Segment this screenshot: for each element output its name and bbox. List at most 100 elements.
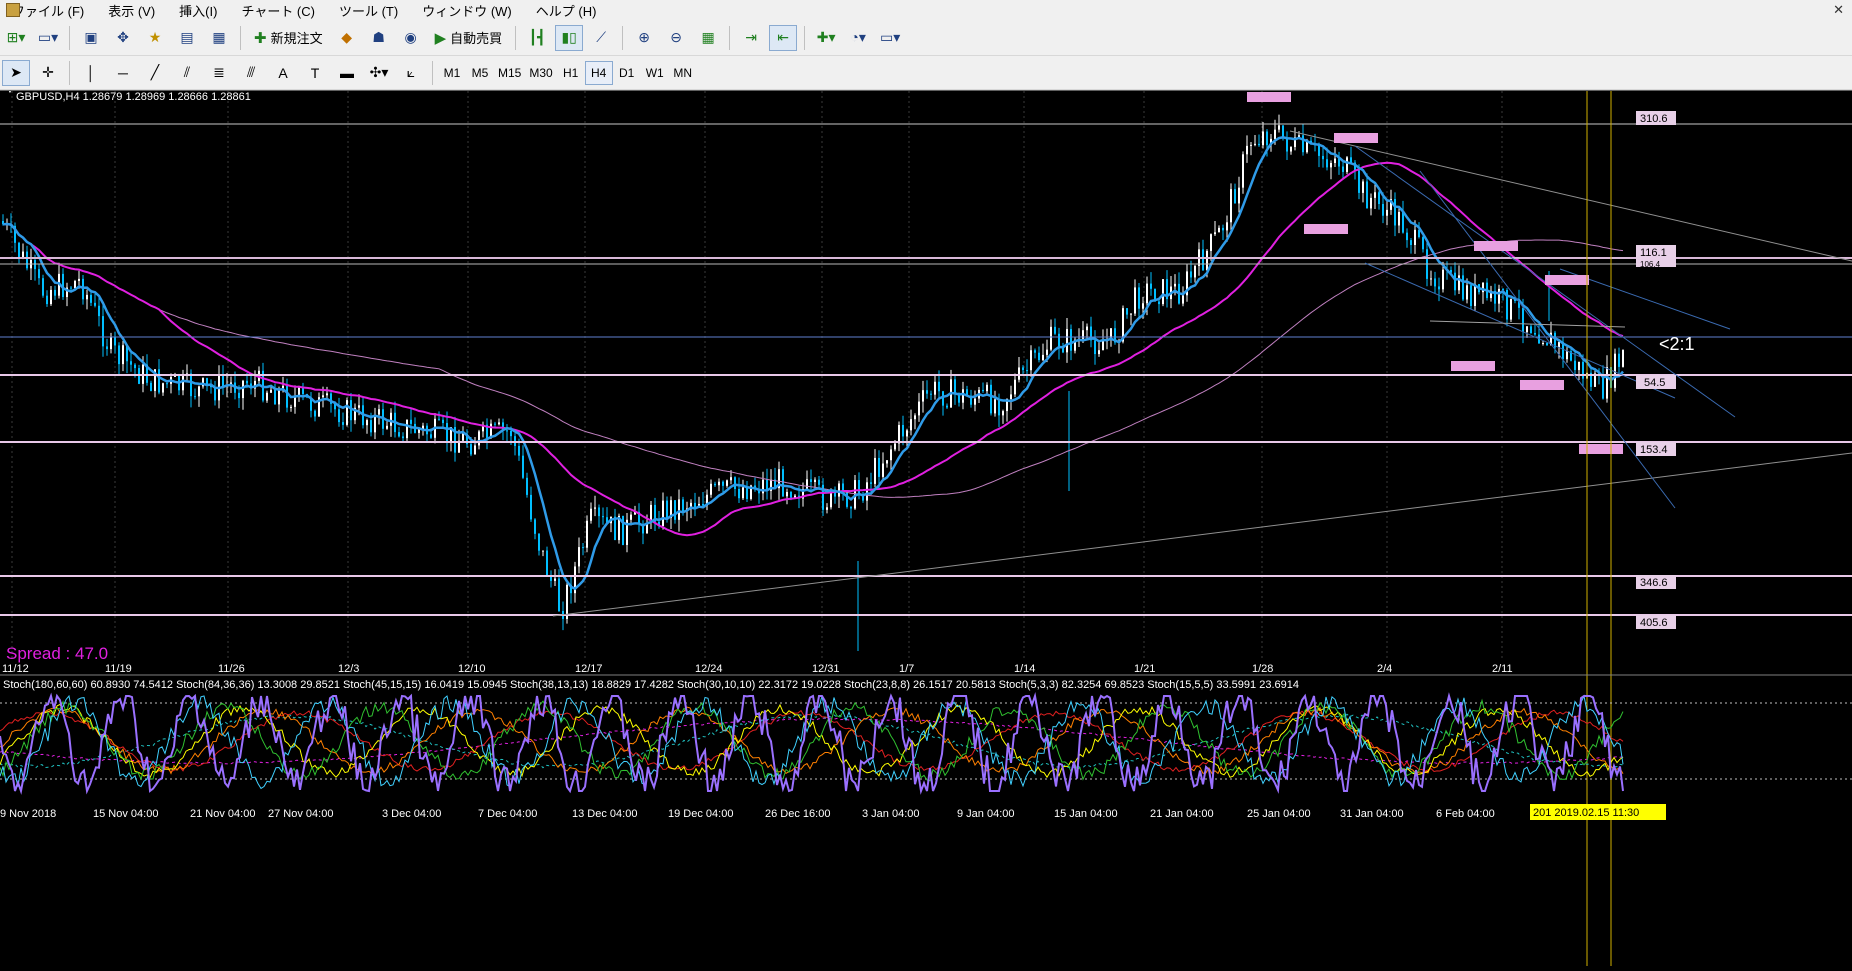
bar-chart-icon[interactable]: ┃┫ [523, 25, 551, 51]
date-tick-label: 1/14 [1014, 663, 1035, 675]
menu-window[interactable]: ウィンドウ (W) [410, 1, 524, 20]
menu-chart[interactable]: チャート (C) [229, 1, 327, 20]
candle-body [694, 502, 696, 508]
candle-body [1534, 332, 1536, 335]
candle-body [370, 420, 372, 433]
auto-trade-button[interactable]: ▶ 自動売買 [429, 25, 509, 51]
candle-body [1134, 287, 1136, 314]
candle-body [270, 389, 272, 393]
cursor-icon[interactable]: ➤ [2, 59, 30, 86]
timeframe-m5[interactable]: M5 [466, 61, 494, 85]
text-label-icon[interactable]: T [301, 60, 329, 86]
candle-body [1350, 157, 1352, 163]
candlestick-icon[interactable]: ▮▯ [555, 24, 584, 51]
candle-body [594, 507, 596, 509]
price-tag-label: 346.6 [1640, 577, 1668, 589]
auto-scroll-icon[interactable]: ⇥ [737, 25, 765, 51]
marker-rect[interactable] [1247, 92, 1291, 102]
marker-rect[interactable] [1451, 361, 1495, 371]
timeframe-d1[interactable]: D1 [613, 61, 641, 85]
candle-body [1438, 286, 1440, 290]
timeframe-m15[interactable]: M15 [494, 61, 525, 85]
chart-canvas[interactable]: 310.6 116.1 106.4 54.5 153.4 346.6 405.6… [0, 86, 1852, 966]
new-chart-icon[interactable]: ⊞▾ [2, 25, 30, 51]
profiles-icon[interactable]: ▭▾ [34, 25, 62, 51]
candle-body [274, 389, 276, 405]
timeframe-h1[interactable]: H1 [557, 61, 585, 85]
timeframe-w1[interactable]: W1 [641, 61, 669, 85]
line-chart-icon[interactable]: ⟋ [587, 25, 615, 51]
candle-body [1238, 187, 1240, 204]
candle-body [806, 479, 808, 489]
fibonacci-fan-icon[interactable]: ⫻ [237, 60, 265, 86]
candle-body [1138, 287, 1140, 309]
navigator-icon[interactable]: ★ [141, 25, 169, 51]
candle-body [1286, 138, 1288, 152]
timeframe-mn[interactable]: MN [669, 61, 697, 85]
arrows-icon[interactable]: ✣▾ [365, 60, 393, 86]
candle-body [1274, 129, 1276, 139]
candle-body [398, 432, 400, 437]
timeframe-m1[interactable]: M1 [438, 61, 466, 85]
templates-icon[interactable]: ▭▾ [876, 25, 904, 51]
candle-body [926, 390, 928, 394]
metaeditor-icon[interactable]: ◆ [333, 25, 361, 51]
marker-rect[interactable] [1334, 133, 1378, 143]
candle-body [110, 336, 112, 350]
candle-body [1606, 367, 1608, 399]
candle-body [1174, 283, 1176, 287]
tile-windows-icon[interactable]: ▦ [694, 25, 722, 51]
marker-rect[interactable] [1474, 241, 1518, 251]
candle-body [746, 487, 748, 499]
crosshair-icon[interactable]: ✛ [34, 60, 62, 86]
horizontal-line-icon[interactable]: ─ [109, 60, 137, 86]
periods-icon[interactable]: ◔▾ [844, 25, 872, 51]
time-tick-label: 25 Jan 04:00 [1247, 808, 1311, 820]
marker-rect[interactable] [1304, 224, 1348, 234]
rectangle-icon[interactable]: ▬ [333, 60, 361, 86]
menu-tools[interactable]: ツール (T) [327, 1, 410, 20]
market-watch-icon[interactable]: ▣ [77, 25, 105, 51]
menu-help[interactable]: ヘルプ (H) [524, 1, 609, 20]
vertical-line-icon[interactable]: │ [77, 60, 105, 86]
candle-body [462, 433, 464, 441]
equidistant-channel-icon[interactable]: ⫽ [173, 60, 201, 86]
andrews-pitchfork-icon[interactable]: ⟀ [397, 60, 425, 86]
signals-icon[interactable]: ◉ [397, 25, 425, 51]
indicators-icon[interactable]: ✚▾ [812, 25, 840, 51]
timeframe-m30[interactable]: M30 [525, 61, 556, 85]
close-icon[interactable]: ✕ [1833, 2, 1844, 18]
menu-insert[interactable]: 挿入(I) [167, 1, 229, 20]
candle-body [470, 444, 472, 455]
candle-body [322, 395, 324, 398]
community-icon[interactable]: ☗ [365, 25, 393, 51]
fibonacci-retracement-icon[interactable]: ≣ [205, 60, 233, 86]
marker-rect[interactable] [1579, 444, 1623, 454]
new-order-button[interactable]: ✚ 新規注文 [248, 25, 329, 51]
marker-rect[interactable] [1545, 275, 1589, 285]
menu-view[interactable]: 表示 (V) [96, 1, 167, 20]
terminal-icon[interactable]: ▤ [173, 25, 201, 51]
candle-body [914, 415, 916, 420]
candle-body [938, 381, 940, 392]
text-icon[interactable]: A [269, 60, 297, 86]
timeframe-h4[interactable]: H4 [584, 60, 613, 85]
chart-shift-icon[interactable]: ⇤ [769, 24, 798, 51]
chart-collapse-icon[interactable]: ▼ [6, 86, 14, 95]
candle-body [70, 287, 72, 289]
candle-body [1190, 271, 1192, 278]
chart-window[interactable]: 310.6 116.1 106.4 54.5 153.4 346.6 405.6… [0, 86, 1852, 966]
candle-body [90, 294, 92, 303]
strategy-tester-icon[interactable]: ▦ [205, 25, 233, 51]
candle-body [102, 316, 104, 347]
trendline-icon[interactable]: ╱ [141, 60, 169, 86]
candle-body [302, 387, 304, 395]
candle-body [1146, 283, 1148, 304]
candle-body [554, 578, 556, 581]
data-window-icon[interactable]: ✥ [109, 25, 137, 51]
zoom-in-icon[interactable]: ⊕ [630, 25, 658, 51]
candle-body [1326, 159, 1328, 168]
candle-body [42, 278, 44, 296]
zoom-out-icon[interactable]: ⊖ [662, 25, 690, 51]
marker-rect[interactable] [1520, 380, 1564, 390]
